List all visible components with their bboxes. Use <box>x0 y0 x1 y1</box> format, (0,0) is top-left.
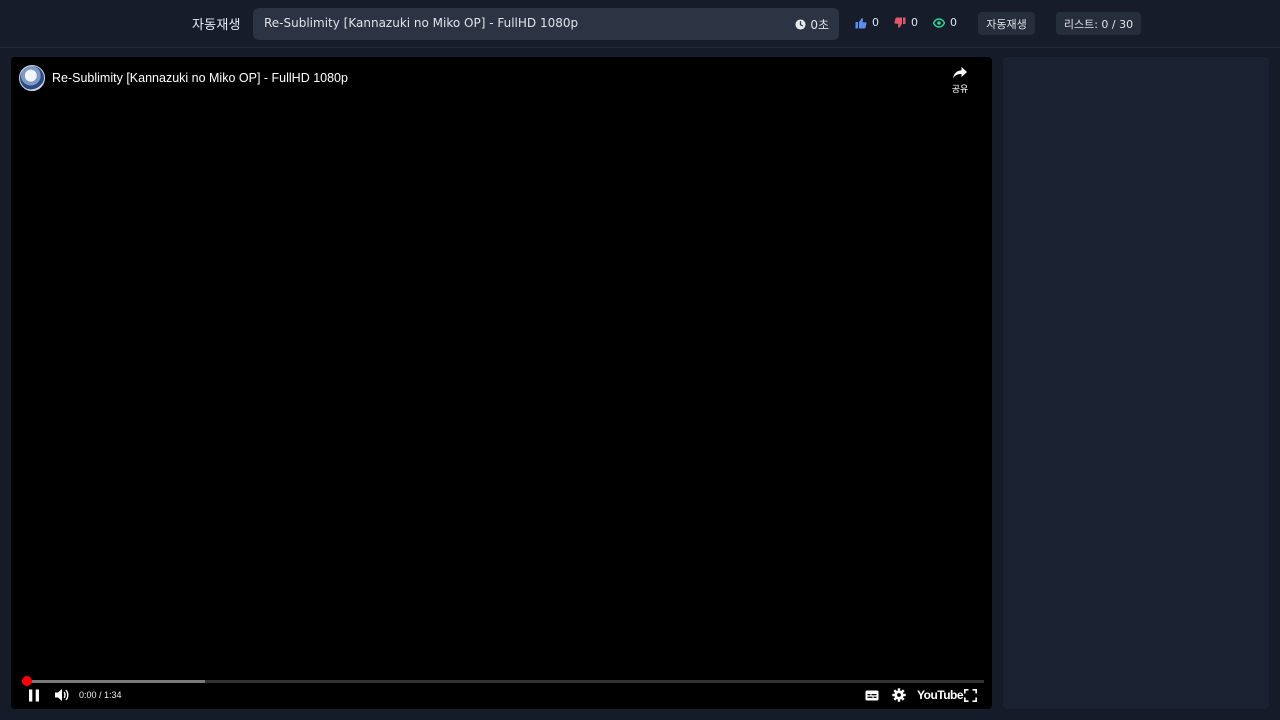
share-label: 공유 <box>951 85 969 95</box>
video-player[interactable]: Re-Sublimity [Kannazuki no Miko OP] - Fu… <box>11 57 992 709</box>
list-button[interactable]: 리스트: 0 / 30 <box>1056 12 1141 35</box>
side-panel <box>1003 57 1269 709</box>
top-bar: 자동재생 Re-Sublimity [Kannazuki no Miko OP]… <box>0 0 1280 48</box>
fullscreen-icon <box>963 688 977 702</box>
now-playing-bar[interactable]: Re-Sublimity [Kannazuki no Miko OP] - Fu… <box>253 8 839 40</box>
app-label: 자동재생 <box>192 18 241 33</box>
video-title[interactable]: Re-Sublimity [Kannazuki no Miko OP] - Fu… <box>52 71 348 85</box>
now-playing-title: Re-Sublimity [Kannazuki no Miko OP] - Fu… <box>264 16 579 30</box>
channel-avatar[interactable] <box>19 65 45 91</box>
subtitles-button[interactable] <box>863 687 881 703</box>
now-playing-time: 0초 <box>795 16 829 33</box>
settings-button[interactable] <box>890 687 908 703</box>
autoplay-button[interactable]: 자동재생 <box>978 12 1035 35</box>
pause-button[interactable] <box>25 687 43 703</box>
view-count: 0 <box>950 16 957 29</box>
dislike-stat[interactable]: 0 <box>894 16 918 29</box>
view-stat: 0 <box>933 16 957 29</box>
share-button[interactable]: 공유 <box>948 66 972 95</box>
like-count: 0 <box>872 16 879 29</box>
progress-buffered <box>22 680 205 683</box>
thumbs-down-icon <box>894 17 906 28</box>
progress-scrubber[interactable] <box>21 676 32 686</box>
eye-icon <box>933 17 945 28</box>
dislike-count: 0 <box>911 16 918 29</box>
youtube-logo[interactable]: YouTube <box>917 688 964 702</box>
pause-icon <box>29 689 39 701</box>
mute-button[interactable] <box>52 687 72 703</box>
volume-icon <box>55 689 69 701</box>
settings-icon <box>892 688 906 702</box>
like-stat[interactable]: 0 <box>855 16 879 29</box>
thumbs-up-icon <box>855 17 867 28</box>
subtitles-icon <box>865 690 879 700</box>
clock-icon <box>795 19 806 30</box>
fullscreen-button[interactable] <box>961 687 979 703</box>
now-playing-time-value: 0초 <box>810 18 829 32</box>
progress-bar[interactable] <box>21 676 984 686</box>
share-icon <box>953 67 967 79</box>
time-readout: 0:00 / 1:34 <box>79 690 122 700</box>
